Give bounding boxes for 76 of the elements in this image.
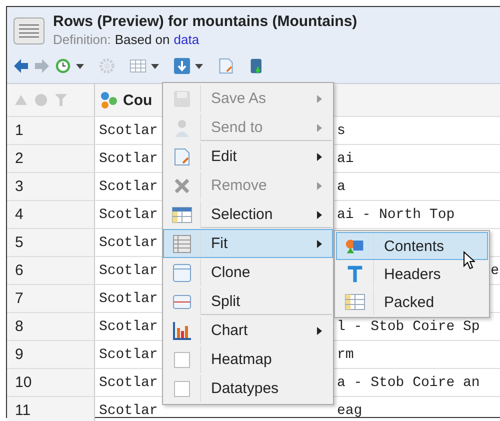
menu-item[interactable]: Contents: [336, 232, 488, 260]
window-icon: [172, 264, 192, 282]
gears-icon: [99, 91, 119, 109]
menu-item[interactable]: Chart: [163, 316, 333, 345]
row-number: 1: [7, 117, 95, 144]
submenu-arrow-icon: [317, 326, 322, 334]
table-cell: Scotlar: [99, 150, 158, 166]
checkbox[interactable]: [174, 352, 190, 368]
table-cell: eag: [337, 402, 362, 418]
definition-text: Based on: [114, 32, 170, 47]
table-cell: ai: [337, 150, 354, 166]
table-cell: e: [490, 262, 500, 278]
column-header[interactable]: Cou: [123, 92, 152, 108]
window-title: Rows (Preview) for mountains (Mountains): [53, 13, 358, 30]
table-cell: Scotlar: [99, 178, 158, 194]
submenu-arrow-icon: [317, 210, 322, 218]
caret-icon[interactable]: [76, 64, 84, 68]
menu-item[interactable]: Fit: [163, 229, 333, 258]
mouse-pointer-icon: [463, 251, 475, 270]
table-cell: a: [337, 178, 346, 194]
row-number: 9: [7, 341, 95, 368]
shapes-icon: [345, 237, 365, 255]
checkbox[interactable]: [174, 380, 190, 396]
menu-item[interactable]: Heatmap: [163, 345, 333, 374]
letter-icon: [345, 265, 365, 283]
caret-icon[interactable]: [195, 64, 203, 68]
grid-icon: [172, 206, 192, 224]
definition-label: Definition:: [53, 32, 111, 47]
row-number: 2: [7, 145, 95, 172]
bar-chart-icon: [172, 322, 192, 340]
menu-item[interactable]: Edit: [163, 142, 333, 171]
table-cell: Scotlar: [99, 374, 158, 390]
row-number: 8: [7, 313, 95, 340]
document-edit-icon: [172, 148, 192, 166]
row-number: 3: [7, 173, 95, 200]
table-cell: a - Stob Coire an: [337, 374, 480, 390]
table-cell: Scotlar: [99, 234, 158, 250]
split-icon: [172, 292, 192, 310]
forward-arrow-icon[interactable]: [34, 58, 50, 74]
cross-icon: [172, 176, 192, 194]
clock-icon[interactable]: [55, 58, 71, 74]
grid-icon: [345, 293, 365, 311]
row-number: 5: [7, 229, 95, 256]
menu-item[interactable]: Packed: [336, 288, 488, 316]
table-cell: Scotlar: [99, 122, 158, 138]
table-cell: Scotlar: [99, 262, 158, 278]
row-number: 7: [7, 285, 95, 312]
submenu-arrow-icon: [317, 94, 322, 102]
menu-item[interactable]: Headers: [336, 260, 488, 288]
table-cell: Scotlar: [99, 290, 158, 306]
table-cell: rm: [337, 346, 354, 362]
table-cell: Scotlar: [99, 346, 158, 362]
row-number: 4: [7, 201, 95, 228]
submenu-arrow-icon: [317, 182, 322, 190]
table-cell: Scotlar: [99, 206, 158, 222]
row-number: 11: [7, 397, 95, 421]
submenu-arrow-icon: [317, 124, 322, 132]
menu-item[interactable]: Clone: [163, 258, 333, 287]
table-cell: ai - North Top: [337, 206, 455, 222]
table-cell: s: [337, 122, 346, 138]
caret-icon[interactable]: [151, 64, 159, 68]
submenu-arrow-icon: [317, 240, 322, 248]
data-link[interactable]: data: [174, 32, 200, 47]
table-cell: Scotlar: [99, 318, 158, 334]
row-number: 10: [7, 369, 95, 396]
back-arrow-icon[interactable]: [13, 58, 29, 74]
table-cell: l - Stob Coire Sp: [337, 318, 480, 334]
menu-item[interactable]: Datatypes: [163, 374, 333, 403]
submenu-arrow-icon: [317, 152, 322, 160]
row-number: 6: [7, 257, 95, 284]
table-view-icon: [13, 17, 45, 45]
download-icon[interactable]: [174, 58, 190, 74]
grid-icon[interactable]: [130, 58, 146, 74]
document-edit-icon[interactable]: [218, 58, 234, 74]
table-cell: Scotlar: [99, 402, 158, 418]
rows-icon: [172, 234, 192, 252]
